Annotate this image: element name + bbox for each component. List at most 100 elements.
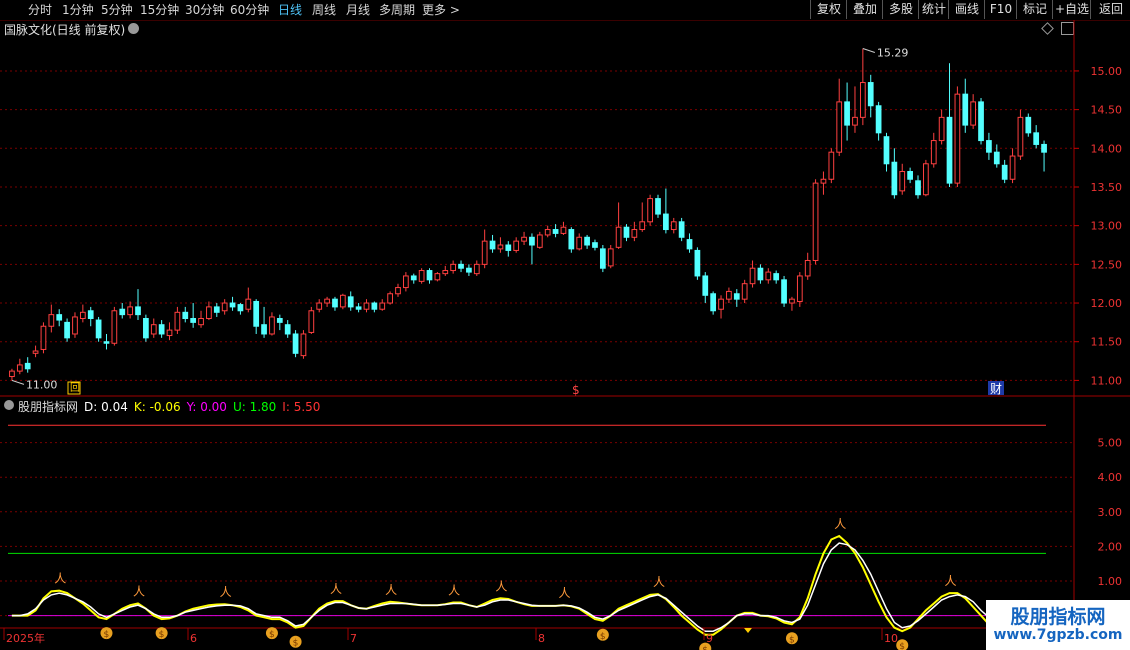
cai-marker-icon: 财 bbox=[990, 382, 1002, 396]
candle-body bbox=[852, 116, 858, 126]
candle-body bbox=[946, 116, 953, 184]
candle-body bbox=[859, 82, 866, 118]
candle-body bbox=[261, 324, 267, 335]
price-axis-label: 14.50 bbox=[1091, 104, 1123, 117]
month-label: 9 bbox=[706, 632, 713, 645]
sell-signal-icon: 人 bbox=[54, 572, 66, 586]
candle-body bbox=[820, 178, 827, 184]
candle-body bbox=[505, 244, 512, 251]
candle-body bbox=[221, 302, 228, 312]
candle-body bbox=[513, 240, 520, 251]
watermark: 股朋指标网 www.7gpzb.com bbox=[986, 600, 1130, 650]
sell-signal-icon: 人 bbox=[220, 585, 232, 599]
candle-body bbox=[174, 311, 181, 331]
candle-body bbox=[844, 101, 850, 126]
candle-body bbox=[72, 316, 78, 335]
candle-body bbox=[962, 93, 969, 126]
candle-body bbox=[56, 314, 63, 321]
candle-body bbox=[213, 306, 220, 313]
candle-body bbox=[529, 236, 535, 246]
candle-body bbox=[875, 105, 882, 134]
candle-body bbox=[40, 325, 47, 350]
candle-body bbox=[655, 198, 661, 215]
candle-body bbox=[276, 318, 283, 323]
price-axis-label: 11.00 bbox=[1091, 374, 1123, 387]
watermark-title: 股朋指标网 bbox=[1010, 606, 1106, 628]
dollar-marker-icon: $ bbox=[572, 383, 580, 397]
candle-body bbox=[206, 306, 212, 320]
candle-body bbox=[1041, 143, 1047, 153]
candle-body bbox=[891, 161, 898, 196]
candle-body bbox=[993, 151, 1000, 165]
price-axis-label: 13.50 bbox=[1091, 181, 1123, 194]
candle-body bbox=[269, 316, 275, 335]
candle-body bbox=[16, 364, 23, 372]
buy-signal-symbol: $ bbox=[702, 646, 708, 650]
candle-body bbox=[87, 310, 94, 320]
candle-body bbox=[473, 263, 480, 275]
indicator-axis-label: 5.00 bbox=[1098, 437, 1123, 450]
candle-body bbox=[150, 324, 157, 335]
candle-body bbox=[670, 221, 677, 231]
candle-body bbox=[584, 236, 590, 246]
candle-body bbox=[686, 239, 693, 250]
candle-body bbox=[237, 304, 244, 312]
candle-body bbox=[450, 263, 457, 272]
price-axis-label: 14.00 bbox=[1091, 142, 1123, 155]
candle-body bbox=[158, 324, 165, 335]
candle-body bbox=[395, 287, 401, 295]
candle-body bbox=[143, 318, 149, 339]
candle-body bbox=[733, 293, 740, 300]
candle-body bbox=[64, 321, 70, 339]
candle-body bbox=[135, 306, 141, 316]
sell-signal-icon: 人 bbox=[653, 575, 665, 589]
candle-body bbox=[970, 101, 977, 126]
candle-body bbox=[812, 182, 819, 261]
candle-body bbox=[710, 293, 717, 312]
candle-body bbox=[663, 213, 669, 231]
candle-body bbox=[119, 308, 126, 316]
stock-chart[interactable]: 15.00 14.50 14.00 13.50 13.00 12.50 12.00 11.50… bbox=[0, 0, 1130, 650]
candle-body bbox=[607, 248, 614, 267]
high-pointer bbox=[862, 48, 876, 53]
candle-body bbox=[1017, 116, 1024, 157]
candle-body bbox=[1001, 164, 1008, 180]
candle-body bbox=[1009, 155, 1016, 180]
candle-body bbox=[726, 290, 732, 300]
candle-body bbox=[521, 236, 527, 242]
candle-body bbox=[481, 240, 488, 265]
candle-body bbox=[938, 116, 945, 142]
candle-body bbox=[466, 267, 472, 273]
candle-body bbox=[324, 298, 330, 304]
candle-body bbox=[560, 226, 567, 234]
indicator-d-line bbox=[11, 542, 1045, 632]
sell-signal-icon: 人 bbox=[558, 586, 570, 600]
candle-body bbox=[978, 101, 984, 142]
indicator-axis-label: 2.00 bbox=[1098, 540, 1123, 553]
sell-signal-icon: 人 bbox=[834, 517, 846, 531]
candle-body bbox=[647, 198, 653, 223]
indicator-axis-label: 4.00 bbox=[1098, 471, 1123, 484]
candle-body bbox=[568, 229, 575, 250]
box-marker-icon: 回 bbox=[70, 382, 80, 394]
candle-body bbox=[718, 298, 724, 310]
buy-signal-symbol: $ bbox=[899, 642, 905, 650]
candle-body bbox=[9, 370, 15, 378]
candle-body bbox=[773, 273, 780, 281]
candle-body bbox=[434, 273, 441, 281]
candle-body bbox=[1033, 132, 1040, 145]
price-axis-label: 15.00 bbox=[1091, 65, 1123, 78]
candle-body bbox=[678, 221, 685, 238]
candle-body bbox=[103, 341, 110, 344]
indicator-axis-label: 1.00 bbox=[1098, 575, 1123, 588]
buy-signal-symbol: $ bbox=[293, 639, 299, 649]
buy-signal-symbol: $ bbox=[600, 632, 606, 642]
low-price-label: 11.00 bbox=[26, 378, 57, 391]
candle-body bbox=[915, 180, 921, 196]
candle-body bbox=[489, 240, 496, 250]
candle-body bbox=[741, 283, 748, 300]
candle-body bbox=[363, 302, 370, 310]
sell-signal-icon: 人 bbox=[133, 585, 145, 599]
candle-body bbox=[292, 333, 299, 354]
candle-body bbox=[923, 163, 929, 196]
